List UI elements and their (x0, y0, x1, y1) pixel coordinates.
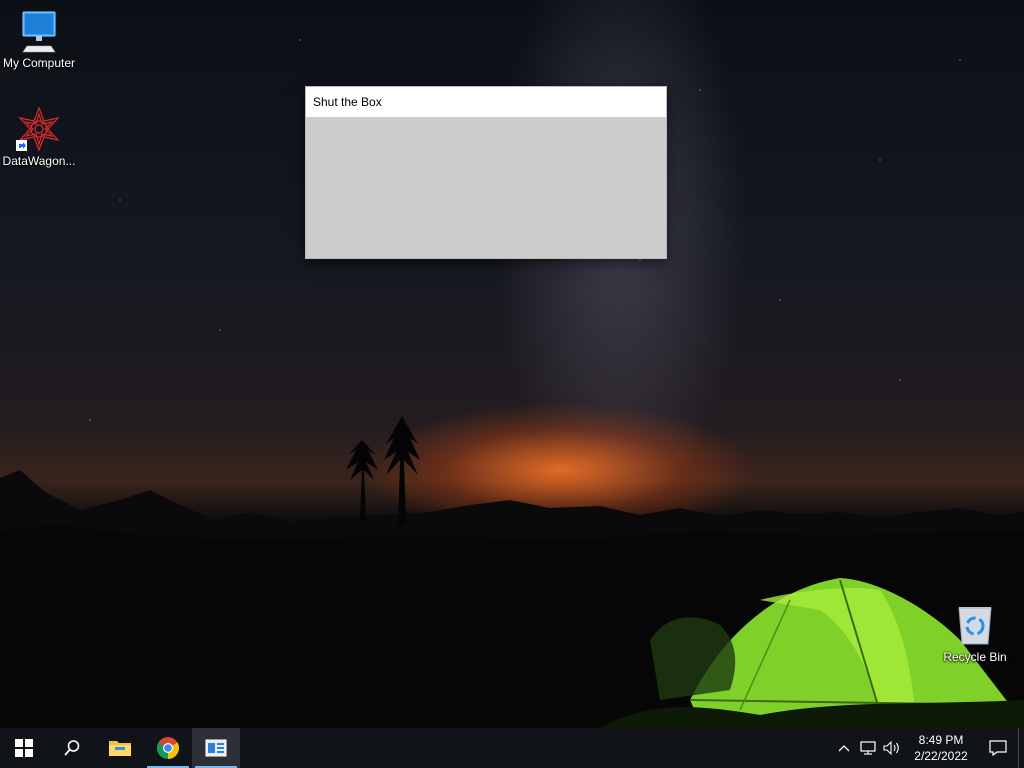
clock-time: 8:49 PM (918, 733, 964, 747)
file-explorer-button[interactable] (96, 728, 144, 768)
file-explorer-icon (109, 741, 131, 756)
window-title: Shut the Box (313, 95, 382, 109)
chrome-button[interactable] (144, 728, 192, 768)
taskbar: 8:49 PM 2/22/2022 (0, 728, 1024, 768)
taskbar-spacer (240, 728, 832, 768)
desktop-icon-label: Recycle Bin (943, 650, 1007, 664)
windows-start-icon (15, 739, 33, 757)
window-content-area[interactable] (306, 117, 666, 258)
network-icon (860, 741, 876, 755)
show-hidden-icons-button[interactable] (832, 728, 856, 768)
recycle-bin-icon (958, 607, 992, 645)
desktop-icon-label: My Computer (2, 56, 76, 70)
action-center-icon (989, 740, 1007, 756)
chevron-up-icon (838, 745, 850, 752)
window-titlebar[interactable]: Shut the Box (306, 87, 666, 117)
shut-the-box-window[interactable]: Shut the Box (305, 86, 667, 259)
show-desktop-button[interactable] (1018, 728, 1024, 768)
chrome-icon (157, 737, 179, 759)
monitor-icon (22, 11, 56, 53)
network-button[interactable] (856, 728, 880, 768)
search-icon (64, 740, 80, 756)
system-tray: 8:49 PM 2/22/2022 (832, 728, 1024, 768)
volume-button[interactable] (880, 728, 904, 768)
start-button[interactable] (0, 728, 48, 768)
desktop-icon-datawagon[interactable]: DataWagon... (0, 106, 78, 168)
action-center-button[interactable] (978, 728, 1018, 768)
desktop-icon-my-computer[interactable]: My Computer (0, 8, 78, 70)
app-window-icon (205, 739, 227, 757)
desktop-icon-recycle-bin[interactable]: Recycle Bin (936, 602, 1014, 664)
search-button[interactable] (48, 728, 96, 768)
clock-date: 2/22/2022 (914, 749, 968, 763)
desktop-icon-label: DataWagon... (2, 154, 76, 168)
clock[interactable]: 8:49 PM 2/22/2022 (904, 728, 978, 768)
datawagon-shortcut-icon (16, 106, 60, 152)
volume-icon (883, 741, 899, 755)
app-window-button[interactable] (192, 728, 240, 768)
